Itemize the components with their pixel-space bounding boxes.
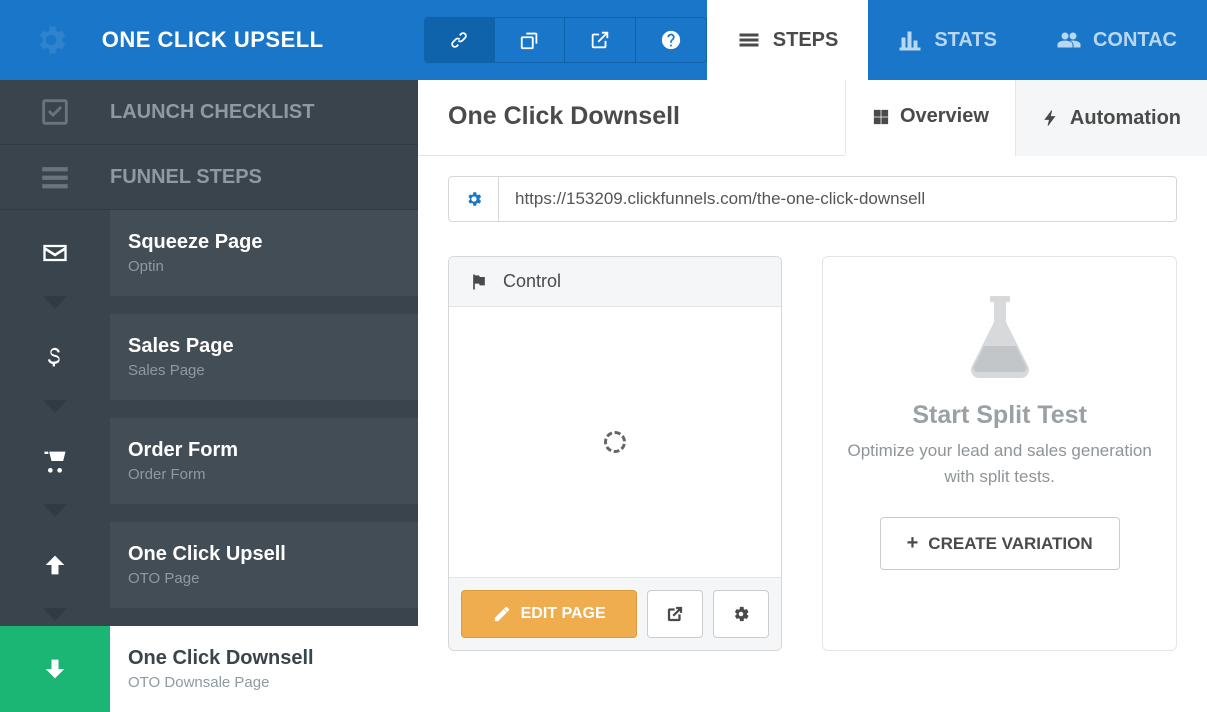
external-link-icon <box>666 605 684 623</box>
sidebar-launch-checklist[interactable]: LAUNCH CHECKLIST <box>0 80 418 145</box>
tab-steps[interactable]: STEPS <box>707 0 869 80</box>
step-sub: OTO Page <box>128 570 408 587</box>
step-title: Sales Page <box>128 335 408 358</box>
subtab-label: Automation <box>1070 107 1181 130</box>
step-downsell[interactable]: One Click Downsell OTO Downsale Page <box>0 626 418 712</box>
page-header: One Click Downsell Overview Automation <box>418 80 1207 156</box>
toolbar-link-button[interactable] <box>425 18 495 62</box>
edit-icon <box>493 605 511 623</box>
menu-icon <box>38 160 72 194</box>
gear-icon <box>33 22 69 58</box>
edit-page-button[interactable]: EDIT PAGE <box>461 590 637 638</box>
url-settings-button[interactable] <box>449 177 499 221</box>
envelope-icon <box>41 239 69 267</box>
launch-checklist-label: LAUNCH CHECKLIST <box>110 101 314 124</box>
split-test-card: Start Split Test Optimize your lead and … <box>822 256 1177 651</box>
step-sub: Optin <box>128 258 408 275</box>
main-content: One Click Downsell Overview Automation h… <box>418 80 1207 712</box>
loading-spinner-icon <box>604 431 626 453</box>
subtab-automation[interactable]: Automation <box>1015 80 1207 156</box>
toolbar-external-button[interactable] <box>565 18 635 62</box>
tab-contacts[interactable]: CONTAC <box>1027 0 1207 80</box>
top-tabs: STEPS STATS CONTAC <box>707 0 1207 80</box>
flag-icon <box>469 272 489 292</box>
users-icon <box>1057 28 1081 52</box>
step-sales[interactable]: Sales Page Sales Page <box>0 314 418 400</box>
page-url[interactable]: https://153209.clickfunnels.com/the-one-… <box>499 189 941 209</box>
page-preview <box>449 307 781 577</box>
gear-icon <box>732 605 750 623</box>
top-toolbar <box>424 17 707 63</box>
step-list: Squeeze Page Optin Sales Page Sales Page… <box>0 210 418 712</box>
split-subtitle: Optimize your lead and sales generation … <box>847 438 1152 489</box>
edit-page-label: EDIT PAGE <box>521 605 606 623</box>
toolbar-help-button[interactable] <box>636 18 706 62</box>
plus-icon: + <box>907 532 919 555</box>
arrow-up-icon <box>41 551 69 579</box>
create-variation-label: CREATE VARIATION <box>928 534 1092 554</box>
url-bar: https://153209.clickfunnels.com/the-one-… <box>418 156 1207 222</box>
step-title: One Click Downsell <box>128 647 408 670</box>
step-sub: Order Form <box>128 466 408 483</box>
tab-contacts-label: CONTAC <box>1093 29 1177 52</box>
checkbox-icon <box>38 95 72 129</box>
step-sub: Sales Page <box>128 362 408 379</box>
cart-icon <box>41 447 69 475</box>
sidebar-funnel-steps[interactable]: FUNNEL STEPS <box>0 145 418 210</box>
dollar-icon <box>41 343 69 371</box>
tab-stats-label: STATS <box>934 29 997 52</box>
create-variation-button[interactable]: + CREATE VARIATION <box>880 517 1120 570</box>
step-connector <box>0 608 110 626</box>
top-header: ONE CLICK UPSELL STEPS STATS CONTAC <box>0 0 1207 80</box>
tab-steps-label: STEPS <box>773 29 839 52</box>
tab-stats[interactable]: STATS <box>868 0 1027 80</box>
step-sub: OTO Downsale Page <box>128 674 408 691</box>
list-icon <box>737 28 761 52</box>
sidebar: LAUNCH CHECKLIST FUNNEL STEPS Squeeze Pa… <box>0 80 418 712</box>
arrow-down-icon <box>41 655 69 683</box>
control-card: Control EDIT PAGE <box>448 256 782 651</box>
brand-title: ONE CLICK UPSELL <box>102 27 324 53</box>
step-order[interactable]: Order Form Order Form <box>0 418 418 504</box>
step-title: Order Form <box>128 439 408 462</box>
copy-icon <box>519 29 541 51</box>
help-icon <box>660 29 682 51</box>
page-title: One Click Downsell <box>418 80 710 155</box>
split-title: Start Split Test <box>912 401 1087 430</box>
step-title: One Click Upsell <box>128 543 408 566</box>
step-connector <box>0 296 110 314</box>
open-external-button[interactable] <box>647 590 703 638</box>
grid-icon <box>872 108 890 126</box>
external-link-icon <box>589 29 611 51</box>
gear-icon <box>465 190 483 208</box>
funnel-steps-label: FUNNEL STEPS <box>110 166 262 189</box>
bolt-icon <box>1042 109 1060 127</box>
flask-icon <box>960 291 1040 381</box>
link-icon <box>448 29 470 51</box>
step-title: Squeeze Page <box>128 231 408 254</box>
page-settings-button[interactable] <box>713 590 769 638</box>
toolbar-copy-button[interactable] <box>495 18 565 62</box>
step-upsell[interactable]: One Click Upsell OTO Page <box>0 522 418 608</box>
subtab-overview[interactable]: Overview <box>845 80 1015 156</box>
step-connector <box>0 504 110 522</box>
control-label: Control <box>503 271 561 292</box>
bar-chart-icon <box>898 28 922 52</box>
subtab-label: Overview <box>900 105 989 128</box>
step-connector <box>0 400 110 418</box>
sub-tabs: Overview Automation <box>845 80 1207 156</box>
step-squeeze[interactable]: Squeeze Page Optin <box>0 210 418 296</box>
settings-gear-area[interactable] <box>0 22 102 58</box>
